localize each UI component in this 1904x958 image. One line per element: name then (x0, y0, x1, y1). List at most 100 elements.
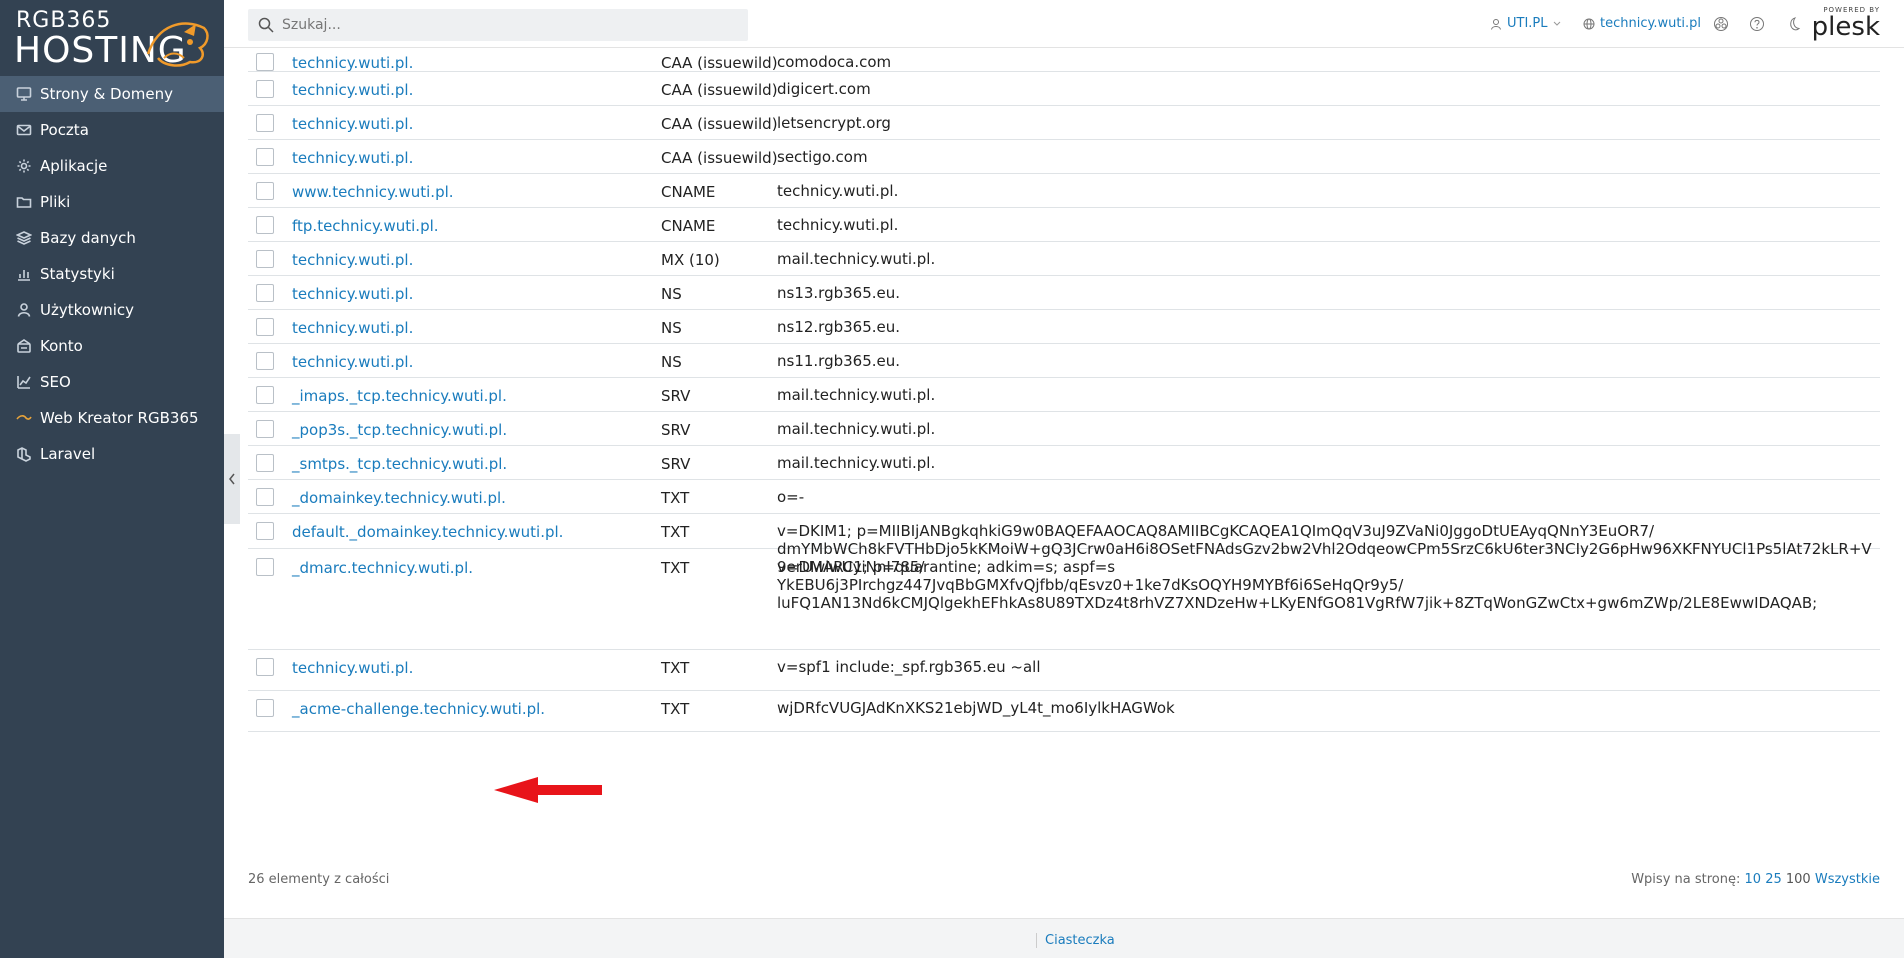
record-value: v=DMARC1; p=quarantine; adkim=s; aspf=s (777, 558, 1116, 576)
record-host-link[interactable]: technicy.wuti.pl. (292, 251, 413, 269)
per-page-10-link[interactable]: 10 (1745, 872, 1762, 887)
seo-chart-icon (16, 374, 32, 390)
row-checkbox[interactable] (256, 80, 274, 98)
record-type: CAA (issuewild) (661, 81, 778, 99)
sidebar-item-aplikacje[interactable]: Aplikacje (0, 148, 224, 184)
record-value: technicy.wuti.pl. (777, 182, 899, 200)
record-host-link[interactable]: _domainkey.technicy.wuti.pl. (292, 489, 506, 507)
account-menu[interactable]: UTI.PL (1490, 16, 1561, 31)
record-host-link[interactable]: ftp.technicy.wuti.pl. (292, 217, 439, 235)
row-checkbox[interactable] (256, 699, 274, 717)
main-navigation: Strony & Domeny Poczta Aplikacje Pliki Bazy … (0, 76, 224, 472)
row-checkbox[interactable] (256, 454, 274, 472)
record-type: CAA (issuewild) (661, 149, 778, 167)
envelope-icon (16, 122, 32, 138)
row-checkbox[interactable] (256, 148, 274, 166)
row-checkbox[interactable] (256, 250, 274, 268)
record-host-link[interactable]: _imaps._tcp.technicy.wuti.pl. (292, 387, 507, 405)
record-type: CAA (issuewild) (661, 115, 778, 133)
extensions-icon (1714, 17, 1728, 31)
extensions-button[interactable] (1712, 15, 1730, 33)
record-type: SRV (661, 421, 691, 439)
record-type: TXT (661, 659, 690, 677)
table-row: technicy.wuti.pl. CAA (issuewild) letsencr… (248, 106, 1880, 140)
record-host-link[interactable]: technicy.wuti.pl. (292, 54, 413, 72)
per-page-all-link[interactable]: Wszystkie (1815, 872, 1880, 887)
record-host-link[interactable]: technicy.wuti.pl. (292, 149, 413, 167)
record-host-link[interactable]: _dmarc.technicy.wuti.pl. (292, 559, 473, 577)
row-checkbox[interactable] (256, 284, 274, 302)
record-type: NS (661, 285, 682, 303)
record-value: letsencrypt.org (777, 114, 891, 132)
sidebar-item-bazy-danych[interactable]: Bazy danych (0, 220, 224, 256)
record-type: TXT (661, 700, 690, 718)
sidebar-item-użytkownicy[interactable]: Użytkownicy (0, 292, 224, 328)
record-host-link[interactable]: _smtps._tcp.technicy.wuti.pl. (292, 455, 507, 473)
sidebar-item-pliki[interactable]: Pliki (0, 184, 224, 220)
sidebar-item-seo[interactable]: SEO (0, 364, 224, 400)
record-type: TXT (661, 523, 690, 541)
record-host-link[interactable]: technicy.wuti.pl. (292, 115, 413, 133)
row-checkbox[interactable] (256, 53, 274, 71)
row-checkbox[interactable] (256, 182, 274, 200)
row-checkbox[interactable] (256, 558, 274, 576)
search-box[interactable] (248, 9, 748, 41)
table-row: technicy.wuti.pl. NS ns12.rgb365.eu. (248, 310, 1880, 344)
cookies-link[interactable]: Ciasteczka (1036, 933, 1115, 948)
record-host-link[interactable]: technicy.wuti.pl. (292, 353, 413, 371)
record-host-link[interactable]: technicy.wuti.pl. (292, 319, 413, 337)
record-host-link[interactable]: www.technicy.wuti.pl. (292, 183, 454, 201)
sidebar-item-label: Web Kreator RGB365 (40, 409, 199, 427)
record-value: ns13.rgb365.eu. (777, 284, 901, 302)
record-host-link[interactable]: _acme-challenge.technicy.wuti.pl. (292, 700, 545, 718)
dark-mode-toggle[interactable] (1784, 15, 1802, 33)
record-type: CNAME (661, 183, 716, 201)
sidebar-item-laravel[interactable]: Laravel (0, 436, 224, 472)
table-row: _smtps._tcp.technicy.wuti.pl. SRV mail.tec… (248, 446, 1880, 480)
sidebar-item-label: Aplikacje (40, 157, 108, 175)
table-row: technicy.wuti.pl. NS ns11.rgb365.eu. (248, 344, 1880, 378)
per-page-25-link[interactable]: 25 (1765, 872, 1782, 887)
help-button[interactable] (1748, 15, 1766, 33)
record-host-link[interactable]: technicy.wuti.pl. (292, 285, 413, 303)
row-checkbox[interactable] (256, 488, 274, 506)
sidebar-item-strony-domeny[interactable]: Strony & Domeny (0, 76, 224, 112)
domain-name: technicy.wuti.pl (1600, 16, 1702, 31)
table-row: _acme-challenge.technicy.wuti.pl. TXT wjDR… (248, 691, 1880, 732)
row-checkbox[interactable] (256, 216, 274, 234)
sidebar-item-konto[interactable]: Konto (0, 328, 224, 364)
row-checkbox[interactable] (256, 420, 274, 438)
row-checkbox[interactable] (256, 522, 274, 540)
record-value: mail.technicy.wuti.pl. (777, 420, 936, 438)
record-type: SRV (661, 387, 691, 405)
sidebar-collapse-button[interactable] (224, 434, 240, 524)
item-count: 26 elementy z całości (248, 872, 390, 887)
row-checkbox[interactable] (256, 318, 274, 336)
row-checkbox[interactable] (256, 658, 274, 676)
web-kreator-icon (16, 410, 32, 426)
sidebar-item-statystyki[interactable]: Statystyki (0, 256, 224, 292)
database-layers-icon (16, 230, 32, 246)
chevron-down-icon (1553, 21, 1560, 26)
rgb365-hosting-logo[interactable]: RGB365 HOSTING (14, 6, 214, 71)
record-host-link[interactable]: _pop3s._tcp.technicy.wuti.pl. (292, 421, 507, 439)
record-host-link[interactable]: technicy.wuti.pl. (292, 81, 413, 99)
page-footer: Ciasteczka (224, 918, 1904, 958)
table-row: technicy.wuti.pl. CAA (issuewild) digicert… (248, 72, 1880, 106)
table-row: technicy.wuti.pl. CAA (issuewild) sectigo.… (248, 140, 1880, 174)
record-value: mail.technicy.wuti.pl. (777, 250, 936, 268)
row-checkbox[interactable] (256, 352, 274, 370)
record-host-link[interactable]: technicy.wuti.pl. (292, 659, 413, 677)
sidebar-item-label: Bazy danych (40, 229, 136, 247)
row-checkbox[interactable] (256, 386, 274, 404)
sidebar-item-label: Pliki (40, 193, 71, 211)
domain-link[interactable]: technicy.wuti.pl (1583, 16, 1701, 31)
logo-mascot-icon (146, 22, 209, 67)
sidebar-item-web-kreator-rgb365[interactable]: Web Kreator RGB365 (0, 400, 224, 436)
table-row: ftp.technicy.wuti.pl. CNAME technicy.wuti.… (248, 208, 1880, 242)
row-checkbox[interactable] (256, 114, 274, 132)
sidebar-item-poczta[interactable]: Poczta (0, 112, 224, 148)
search-input[interactable] (282, 17, 722, 33)
record-type: TXT (661, 489, 690, 507)
record-host-link[interactable]: default._domainkey.technicy.wuti.pl. (292, 523, 563, 541)
